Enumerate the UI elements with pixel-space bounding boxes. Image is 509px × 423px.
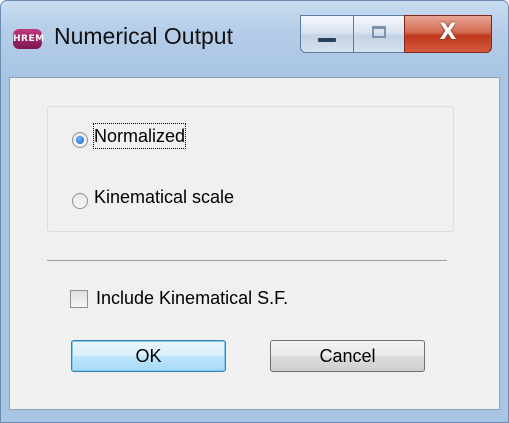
separator xyxy=(47,260,447,261)
kinematical-scale-radio[interactable] xyxy=(72,193,88,209)
dialog-client-area: Normalized Kinematical scale Include Kin… xyxy=(9,77,500,410)
kinematical-scale-label[interactable]: Kinematical scale xyxy=(94,185,234,209)
include-kinematical-sf-label[interactable]: Include Kinematical S.F. xyxy=(96,286,288,310)
close-button[interactable]: X xyxy=(404,15,492,53)
window-title: Numerical Output xyxy=(54,23,233,49)
ok-button[interactable]: OK xyxy=(71,340,226,372)
maximize-button xyxy=(353,15,405,53)
title-bar[interactable]: HREM Numerical Output X xyxy=(1,1,508,77)
app-icon[interactable]: HREM xyxy=(13,29,44,49)
minimize-button[interactable] xyxy=(300,15,354,53)
minimize-icon xyxy=(318,38,336,42)
maximize-icon xyxy=(372,26,386,38)
normalized-radio[interactable] xyxy=(72,132,88,148)
cancel-button[interactable]: Cancel xyxy=(270,340,425,372)
scale-options-group: Normalized Kinematical scale xyxy=(47,106,454,232)
include-kinematical-sf-checkbox[interactable] xyxy=(70,290,88,308)
close-icon: X xyxy=(439,20,457,45)
normalized-label[interactable]: Normalized xyxy=(92,123,187,149)
dialog-window: HREM Numerical Output X Normalized Kinem… xyxy=(0,0,509,423)
